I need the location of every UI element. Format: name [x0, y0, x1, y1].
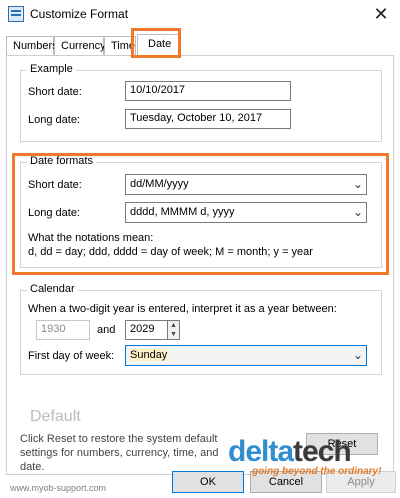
- year-from-field: 1930: [36, 320, 90, 340]
- logo-tagline: going beyond the ordinary!: [252, 466, 382, 477]
- example-short-date-value: 10/10/2017: [125, 81, 291, 101]
- window-title: Customize Format: [30, 7, 129, 21]
- two-digit-year-text: When a two-digit year is entered, interp…: [28, 303, 337, 315]
- chevron-down-icon: ⌄: [352, 348, 363, 362]
- logo-part1: delta: [228, 435, 294, 468]
- source-watermark: www.myob-support.com: [10, 483, 107, 493]
- date-tab-highlight: [131, 28, 181, 58]
- example-group-label: Example: [27, 63, 76, 75]
- tab-numbers[interactable]: Numbers: [6, 36, 58, 56]
- title-bar: Customize Format ✕: [0, 0, 400, 28]
- year-to-field[interactable]: 2029: [125, 320, 168, 340]
- logo-part2: tech: [293, 435, 352, 468]
- first-day-label: First day of week:: [28, 350, 115, 362]
- calendar-group-label: Calendar: [27, 283, 78, 295]
- example-short-date-label: Short date:: [28, 86, 82, 98]
- and-label: and: [97, 324, 116, 336]
- reset-description: Click Reset to restore the system defaul…: [20, 433, 219, 473]
- first-day-combo[interactable]: Sunday ⌄: [125, 345, 367, 366]
- spin-down-icon[interactable]: ▼: [168, 330, 179, 339]
- tab-currency[interactable]: Currency: [54, 36, 106, 56]
- control-panel-icon: [8, 6, 24, 22]
- tab-strip: Numbers Currency Time Date: [6, 34, 396, 57]
- logo-wordmark: deltatech: [228, 435, 352, 469]
- example-long-date-label: Long date:: [28, 114, 80, 126]
- close-button[interactable]: ✕: [370, 3, 392, 25]
- year-spinner[interactable]: ▲ ▼: [167, 320, 180, 340]
- default-label: Default: [30, 408, 81, 425]
- spin-up-icon[interactable]: ▲: [168, 321, 179, 330]
- date-formats-highlight: [12, 153, 389, 275]
- deltatech-logo: deltatech going beyond the ordinary!: [228, 435, 398, 479]
- example-long-date-value: Tuesday, October 10, 2017: [125, 109, 291, 129]
- first-day-value: Sunday: [130, 349, 168, 361]
